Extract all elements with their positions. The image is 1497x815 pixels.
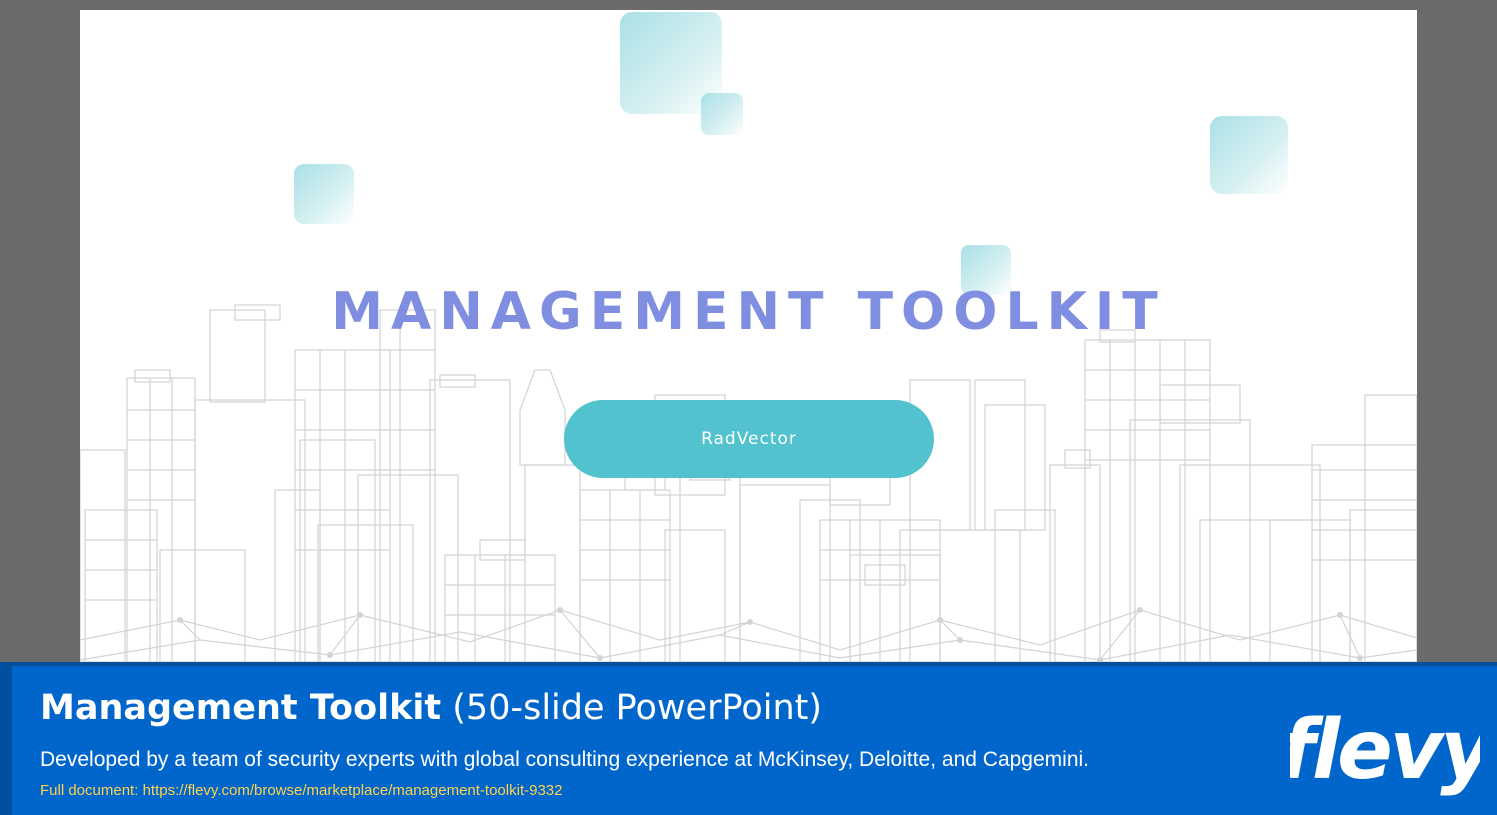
flevy-logo: flevy <box>1290 703 1480 798</box>
slide-title: MANAGEMENT TOOLKIT <box>331 282 1166 342</box>
document-description: Developed by a team of security experts … <box>40 748 1089 771</box>
decorative-square <box>294 164 354 224</box>
banner-top-border <box>0 662 1497 666</box>
document-title-format: (50-slide PowerPoint) <box>452 688 823 728</box>
document-title: Management Toolkit (50-slide PowerPoint) <box>40 688 822 728</box>
link-url[interactable]: https://flevy.com/browse/marketplace/man… <box>143 782 563 799</box>
radvector-button[interactable]: RadVector <box>564 400 934 478</box>
full-document-link[interactable]: Full document: https://flevy.com/browse/… <box>40 782 562 799</box>
decorative-square <box>1210 116 1288 194</box>
document-title-name: Management Toolkit <box>40 688 442 728</box>
document-info-banner: Management Toolkit (50-slide PowerPoint)… <box>0 662 1497 815</box>
link-label: Full document: <box>40 782 139 799</box>
banner-left-edge <box>0 662 12 815</box>
flevy-logo-text: flevy <box>1290 703 1480 798</box>
decorative-square <box>701 93 743 135</box>
slide: MANAGEMENT TOOLKIT RadVector <box>80 10 1417 662</box>
